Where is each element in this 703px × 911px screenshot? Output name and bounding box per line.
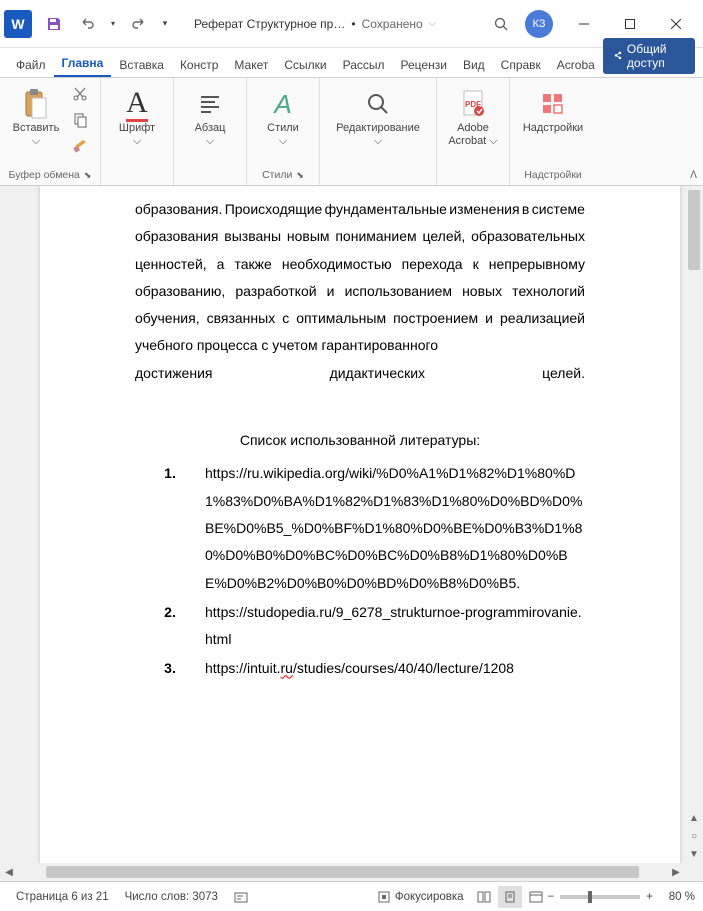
maximize-button[interactable] (607, 8, 653, 40)
group-paragraph: Абзац⌵ (174, 78, 247, 185)
zoom-out-button[interactable]: − (548, 891, 555, 903)
styles-icon: A (274, 86, 291, 122)
focus-mode[interactable]: Фокусировка (369, 890, 472, 904)
tab-help[interactable]: Справк (493, 53, 549, 77)
scroll-thumb[interactable] (688, 190, 700, 270)
clipboard-icon (22, 86, 50, 122)
addins-button[interactable]: Надстройки (518, 82, 588, 139)
spelling-error[interactable]: ru (280, 660, 292, 676)
group-editing: Редактирование⌵ (320, 78, 437, 185)
group-clipboard: Вставить⌵ Буфер обмена⬊ (0, 78, 101, 185)
reference-item: 1. https://ru.wikipedia.org/wiki/%D0%A1%… (135, 460, 585, 596)
redo-button[interactable] (122, 8, 154, 40)
qat-customize[interactable]: ▾ (156, 8, 174, 40)
adobe-button[interactable]: PDF Adobe Acrobat ⌵ (445, 82, 501, 152)
language-indicator[interactable] (226, 890, 256, 904)
tab-file[interactable]: Файл (8, 53, 54, 77)
close-button[interactable] (653, 8, 699, 40)
focus-icon (377, 890, 391, 904)
read-mode-button[interactable] (472, 886, 496, 908)
vertical-scrollbar[interactable]: ▲ ○ ▼ (685, 186, 703, 863)
tab-insert[interactable]: Вставка (111, 53, 172, 77)
zoom-in-button[interactable]: + (646, 891, 653, 903)
zoom-slider[interactable] (560, 895, 640, 899)
editing-button[interactable]: Редактирование⌵ (328, 82, 428, 152)
find-icon (365, 86, 391, 122)
title-bar: W ▾ ▾ Реферат Структурное пр… • Сохранен… (0, 0, 703, 48)
ribbon: Вставить⌵ Буфер обмена⬊ A Шрифт⌵ Абзац⌵ (0, 78, 703, 186)
tab-layout[interactable]: Макет (226, 53, 276, 77)
group-addins: Надстройки Надстройки (510, 78, 596, 185)
font-icon: A (126, 86, 148, 122)
status-bar: Страница 6 из 21 Число слов: 3073 Фокуси… (0, 881, 703, 911)
paste-button[interactable]: Вставить⌵ (8, 82, 64, 152)
format-painter-button[interactable] (68, 134, 92, 158)
word-count[interactable]: Число слов: 3073 (117, 891, 226, 903)
cut-button[interactable] (68, 82, 92, 106)
page-indicator[interactable]: Страница 6 из 21 (8, 891, 117, 903)
horizontal-scrollbar[interactable]: ◀ ▶ (0, 863, 685, 881)
zoom-control: − + 80 % (548, 891, 695, 903)
document-area: образования.Происходящиефундаментальныеи… (0, 186, 703, 881)
paragraph-icon (197, 86, 223, 122)
web-layout-button[interactable] (524, 886, 548, 908)
copy-button[interactable] (68, 108, 92, 132)
reference-url: https://intuit.ru/studies/courses/40/40/… (205, 655, 585, 682)
spellcheck-icon (234, 890, 248, 904)
styles-launcher[interactable]: ⬊ (296, 170, 304, 181)
share-button[interactable]: Общий доступ (603, 38, 695, 74)
font-button[interactable]: A Шрифт⌵ (109, 82, 165, 152)
reference-item: 3. https://intuit.ru/studies/courses/40/… (135, 655, 585, 682)
group-font: A Шрифт⌵ (101, 78, 174, 185)
collapse-ribbon-button[interactable]: ᐱ (690, 170, 697, 181)
document-title: Реферат Структурное пр… • Сохранено ⌵ (194, 17, 485, 31)
word-app-icon: W (4, 10, 32, 38)
search-button[interactable] (485, 8, 517, 40)
tab-references[interactable]: Ссылки (276, 53, 334, 77)
addins-icon (540, 86, 566, 122)
body-paragraph: образования.Происходящиефундаментальныеи… (135, 196, 585, 387)
saved-status: Сохранено (362, 17, 423, 31)
user-avatar[interactable]: КЗ (525, 10, 553, 38)
pdf-icon: PDF (460, 86, 486, 122)
group-styles: A Стили⌵ Стили⬊ (247, 78, 320, 185)
tab-design[interactable]: Констр (172, 53, 226, 77)
paragraph-button[interactable]: Абзац⌵ (182, 82, 238, 152)
prev-page-button[interactable]: ▲ (685, 809, 703, 827)
doc-name-text: Реферат Структурное пр… (194, 17, 345, 31)
scroll-left[interactable]: ◀ (0, 867, 18, 878)
share-label: Общий доступ (627, 42, 685, 70)
styles-button[interactable]: A Стили⌵ (255, 82, 311, 152)
clipboard-launcher[interactable]: ⬊ (84, 170, 92, 181)
reference-item: 2. https://studopedia.ru/9_6278_struktur… (135, 599, 585, 654)
zoom-level[interactable]: 80 % (659, 891, 695, 903)
print-layout-button[interactable] (498, 886, 522, 908)
references-heading: Список использованной литературы: (135, 427, 585, 454)
tab-review[interactable]: Рецензи (393, 53, 455, 77)
hscroll-thumb[interactable] (46, 866, 639, 878)
tab-view[interactable]: Вид (455, 53, 493, 77)
scroll-right[interactable]: ▶ (667, 867, 685, 878)
group-adobe: PDF Adobe Acrobat ⌵ (437, 78, 510, 185)
reference-url: https://ru.wikipedia.org/wiki/%D0%A1%D1%… (205, 460, 585, 596)
document-page[interactable]: образования.Происходящиефундаментальныеи… (40, 186, 680, 881)
browse-object-button[interactable]: ○ (685, 827, 703, 845)
tab-home[interactable]: Главна (54, 51, 112, 77)
next-page-button[interactable]: ▼ (685, 845, 703, 863)
undo-dropdown[interactable]: ▾ (106, 8, 120, 40)
undo-button[interactable] (72, 8, 104, 40)
tab-acrobat[interactable]: Acroba (549, 53, 603, 77)
tab-mailings[interactable]: Рассыл (335, 53, 393, 77)
save-button[interactable] (38, 8, 70, 40)
reference-url: https://studopedia.ru/9_6278_strukturnoe… (205, 599, 585, 654)
minimize-button[interactable] (561, 8, 607, 40)
ribbon-tabs: Файл Главна Вставка Констр Макет Ссылки … (0, 48, 703, 78)
